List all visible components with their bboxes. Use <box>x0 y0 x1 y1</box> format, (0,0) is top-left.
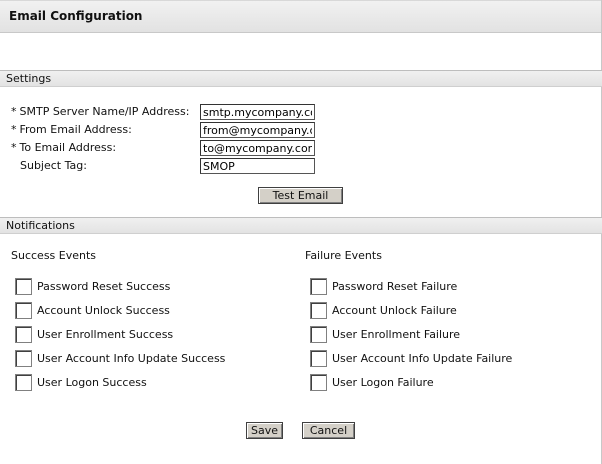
user-logon-success-label: User Logon Success <box>37 376 147 389</box>
required-mark: * <box>11 141 17 154</box>
smtp-server-label: * SMTP Server Name/IP Address: <box>11 105 190 118</box>
password-reset-success-label: Password Reset Success <box>37 280 171 293</box>
settings-section-header: Settings <box>0 70 602 87</box>
page-title: Email Configuration <box>9 9 143 23</box>
account-unlock-failure-label: Account Unlock Failure <box>332 304 457 317</box>
failure-events-heading: Failure Events <box>305 249 382 262</box>
cancel-button[interactable]: Cancel <box>302 422 355 439</box>
from-email-input[interactable] <box>200 122 315 138</box>
user-account-info-update-success-label: User Account Info Update Success <box>37 352 226 365</box>
success-events-heading: Success Events <box>11 249 97 262</box>
required-mark: * <box>11 105 17 118</box>
password-reset-failure-checkbox[interactable] <box>310 278 327 295</box>
to-email-label: * To Email Address: <box>11 141 117 154</box>
subject-tag-input[interactable] <box>200 158 315 174</box>
account-unlock-success-label: Account Unlock Success <box>37 304 170 317</box>
password-reset-success-checkbox[interactable] <box>15 278 32 295</box>
settings-section-title: Settings <box>6 72 52 85</box>
notifications-section-title: Notifications <box>6 219 75 232</box>
user-account-info-update-success-checkbox[interactable] <box>15 350 32 367</box>
test-email-button[interactable]: Test Email <box>258 187 343 204</box>
user-logon-failure-checkbox[interactable] <box>310 374 327 391</box>
account-unlock-failure-checkbox[interactable] <box>310 302 327 319</box>
save-button[interactable]: Save <box>246 422 283 439</box>
user-account-info-update-failure-label: User Account Info Update Failure <box>332 352 513 365</box>
user-logon-success-checkbox[interactable] <box>15 374 32 391</box>
smtp-server-input[interactable] <box>200 104 315 120</box>
user-account-info-update-failure-checkbox[interactable] <box>310 350 327 367</box>
to-email-input[interactable] <box>200 140 315 156</box>
password-reset-failure-label: Password Reset Failure <box>332 280 458 293</box>
required-mark: * <box>11 123 17 136</box>
from-email-label: * From Email Address: <box>11 123 132 136</box>
page-header: Email Configuration <box>0 0 602 33</box>
user-enrollment-failure-checkbox[interactable] <box>310 326 327 343</box>
user-enrollment-failure-label: User Enrollment Failure <box>332 328 461 341</box>
user-enrollment-success-checkbox[interactable] <box>15 326 32 343</box>
notifications-section-header: Notifications <box>0 217 602 234</box>
user-enrollment-success-label: User Enrollment Success <box>37 328 174 341</box>
user-logon-failure-label: User Logon Failure <box>332 376 434 389</box>
subject-tag-label: Subject Tag: <box>20 159 87 172</box>
account-unlock-success-checkbox[interactable] <box>15 302 32 319</box>
